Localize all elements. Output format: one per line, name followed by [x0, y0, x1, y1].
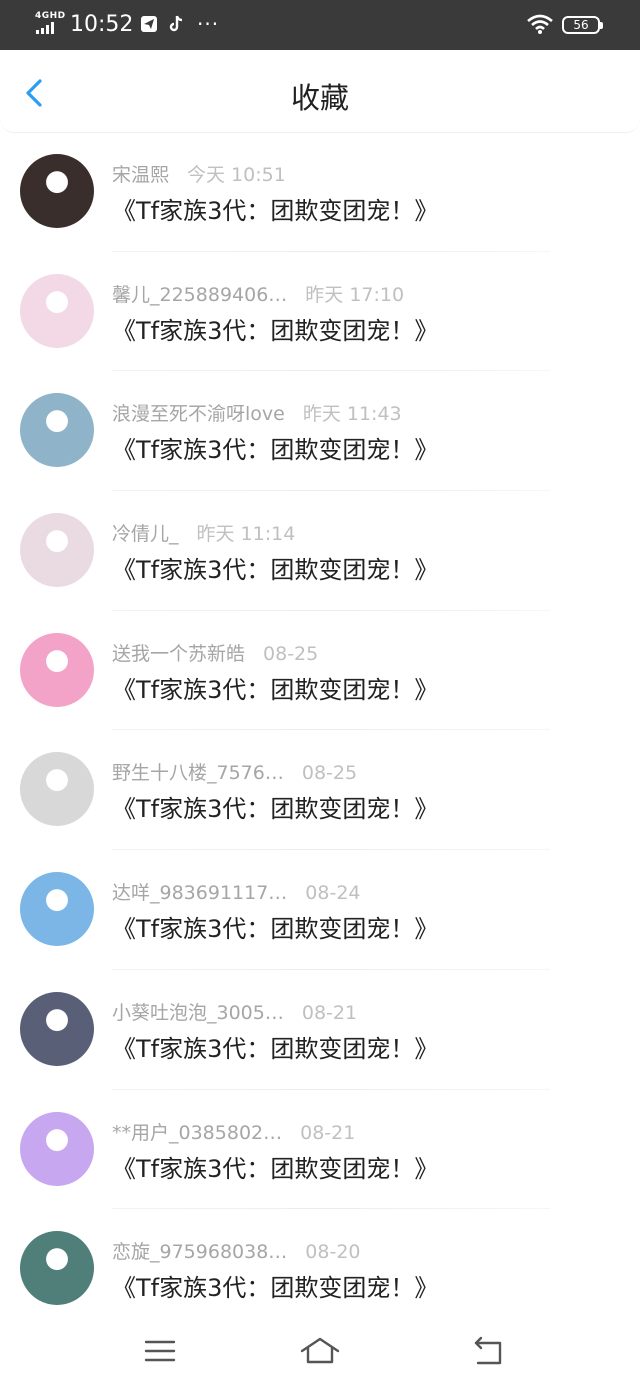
story-title-link[interactable]: 《Tf家族3代：团欺变团宠！》 — [112, 194, 438, 228]
list-item[interactable]: 恋旋_975968038… 08-20 《Tf家族3代：团欺变团宠！》 — [0, 1209, 640, 1329]
story-title-link[interactable]: 《Tf家族3代：团欺变团宠！》 — [112, 314, 438, 348]
meta-line: 达咩_983691117… 08-24 — [112, 880, 361, 906]
username[interactable]: 野生十八楼_7576… — [112, 760, 284, 786]
avatar[interactable] — [20, 1111, 94, 1186]
timestamp: 08-24 — [305, 882, 361, 905]
username[interactable]: 冷倩儿_ — [112, 521, 179, 547]
avatar[interactable] — [20, 393, 94, 468]
meta-line: **用户_0385802… 08-21 — [112, 1120, 355, 1146]
meta-line: 冷倩儿_ 昨天 11:14 — [112, 521, 295, 547]
timestamp: 08-20 — [305, 1241, 361, 1264]
avatar[interactable] — [20, 154, 94, 228]
timestamp: 昨天 17:10 — [305, 283, 405, 306]
story-title-link[interactable]: 《Tf家族3代：团欺变团宠！》 — [112, 1152, 438, 1186]
story-title-link[interactable]: 《Tf家族3代：团欺变团宠！》 — [112, 673, 438, 707]
status-bar: 4GHD 10:52 ··· 56 — [0, 0, 640, 50]
home-icon — [300, 1337, 340, 1364]
list-item[interactable]: 送我一个苏新皓 08-25 《Tf家族3代：团欺变团宠！》 — [0, 611, 640, 731]
avatar[interactable] — [20, 1231, 94, 1306]
timestamp: 今天 10:51 — [187, 164, 286, 186]
story-title-link[interactable]: 《Tf家族3代：团欺变团宠！》 — [112, 553, 438, 587]
menu-button[interactable] — [140, 1331, 180, 1371]
list-item[interactable]: 宋温熙 今天 10:51 《Tf家族3代：团欺变团宠！》 — [0, 132, 640, 252]
username[interactable]: 宋温熙 — [112, 162, 169, 188]
username[interactable]: 馨儿_225889406… — [112, 282, 287, 308]
wifi-icon — [527, 14, 553, 34]
status-time: 10:52 — [70, 12, 134, 37]
return-icon — [474, 1336, 502, 1365]
meta-line: 浪漫至死不渝呀love 昨天 11:43 — [112, 401, 402, 427]
favorites-list: 宋温熙 今天 10:51 《Tf家族3代：团欺变团宠！》 馨儿_225889406… 昨… — [0, 132, 640, 1329]
meta-line: 小葵吐泡泡_3005… 08-21 — [112, 1000, 357, 1026]
list-item[interactable]: 冷倩儿_ 昨天 11:14 《Tf家族3代：团欺变团宠！》 — [0, 491, 640, 611]
timestamp: 08-25 — [301, 762, 358, 785]
header: 收藏 — [0, 50, 640, 133]
tiktok-icon — [169, 15, 183, 32]
username[interactable]: **用户_0385802… — [112, 1120, 282, 1146]
timestamp: 08-21 — [301, 1001, 358, 1024]
avatar[interactable] — [20, 513, 94, 588]
meta-line: 送我一个苏新皓 08-25 — [112, 641, 318, 667]
username[interactable]: 小葵吐泡泡_3005… — [112, 1000, 284, 1026]
username[interactable]: 达咩_983691117… — [112, 880, 287, 906]
list-item[interactable]: 馨儿_225889406… 昨天 17:10 《Tf家族3代：团欺变团宠！》 — [0, 252, 640, 372]
timestamp: 08-25 — [263, 642, 319, 665]
timestamp: 昨天 11:14 — [196, 523, 296, 546]
list-item[interactable]: 野生十八楼_7576… 08-25 《Tf家族3代：团欺变团宠！》 — [0, 730, 640, 851]
avatar[interactable] — [20, 273, 94, 348]
page-title: 收藏 — [290, 81, 349, 115]
system-back-button[interactable] — [468, 1331, 508, 1371]
more-notifications-icon: ··· — [197, 12, 220, 36]
username[interactable]: 送我一个苏新皓 — [112, 641, 245, 667]
list-item[interactable]: **用户_0385802… 08-21 《Tf家族3代：团欺变团宠！》 — [0, 1090, 640, 1210]
list-item[interactable]: 浪漫至死不渝呀love 昨天 11:43 《Tf家族3代：团欺变团宠！》 — [0, 371, 640, 492]
story-title-link[interactable]: 《Tf家族3代：团欺变团宠！》 — [112, 912, 438, 946]
home-button[interactable] — [300, 1331, 340, 1371]
list-item[interactable]: 小葵吐泡泡_3005… 08-21 《Tf家族3代：团欺变团宠！》 — [0, 970, 640, 1090]
avatar[interactable] — [20, 991, 94, 1066]
meta-line: 馨儿_225889406… 昨天 17:10 — [112, 282, 404, 308]
meta-line: 野生十八楼_7576… 08-25 — [112, 760, 357, 786]
battery-icon: 56 — [562, 16, 603, 34]
timestamp: 08-21 — [300, 1121, 356, 1144]
avatar[interactable] — [20, 872, 94, 947]
username[interactable]: 浪漫至死不渝呀love — [112, 401, 285, 427]
story-title-link[interactable]: 《Tf家族3代：团欺变团宠！》 — [112, 433, 438, 467]
meta-line: 恋旋_975968038… 08-20 — [112, 1239, 361, 1265]
system-nav-bar — [0, 1315, 640, 1387]
menu-icon — [144, 1340, 176, 1362]
story-title-link[interactable]: 《Tf家族3代：团欺变团宠！》 — [112, 1032, 438, 1066]
story-title-link[interactable]: 《Tf家族3代：团欺变团宠！》 — [112, 1271, 438, 1305]
telegram-icon — [141, 16, 157, 32]
list-item[interactable]: 达咩_983691117… 08-24 《Tf家族3代：团欺变团宠！》 — [0, 850, 640, 970]
timestamp: 昨天 11:43 — [302, 403, 402, 426]
network-type: 4GHD — [35, 11, 66, 21]
avatar[interactable] — [20, 632, 94, 707]
avatar[interactable] — [20, 752, 94, 827]
story-title-link[interactable]: 《Tf家族3代：团欺变团宠！》 — [112, 792, 438, 826]
username[interactable]: 恋旋_975968038… — [112, 1239, 287, 1265]
meta-line: 宋温熙 今天 10:51 — [112, 162, 286, 188]
signal-icon — [36, 22, 60, 34]
